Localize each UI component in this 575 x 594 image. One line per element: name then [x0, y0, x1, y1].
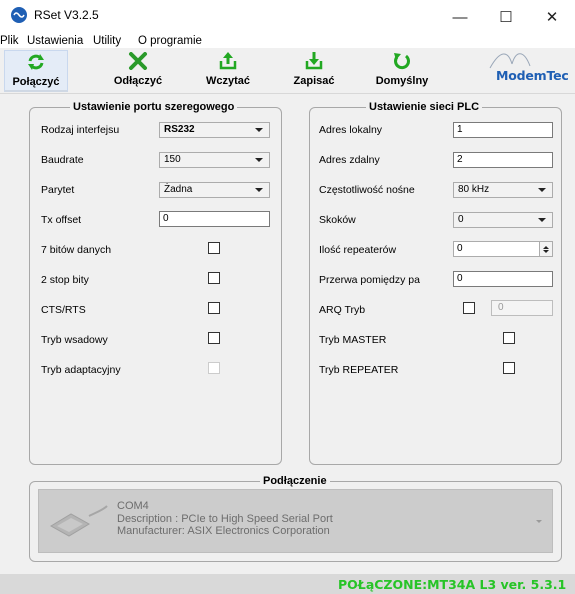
arq-value-input[interactable]: 0 [491, 300, 553, 316]
plc-network-group: Ustawienie sieci PLC Adres lokalny 1 Adr… [309, 101, 562, 465]
local-address-label: Adres lokalny [319, 124, 383, 136]
stop-bits-label: 2 stop bity [41, 274, 89, 286]
maximize-icon: ☐ [499, 9, 513, 26]
hops-label: Skoków [319, 214, 356, 226]
chevron-down-icon [255, 158, 263, 162]
local-address-value: 1 [457, 124, 463, 135]
menu-o-programie[interactable]: O programie [138, 34, 202, 48]
port-manufacturer: Manufacturer: ASIX Electronics Corporati… [117, 525, 330, 537]
interface-value: RS232 [164, 124, 195, 135]
batch-mode-label: Tryb wsadowy [41, 334, 108, 346]
status-bar: POŁąCZONE:MT34A L3 ver. 5.3.1 [0, 574, 575, 594]
remote-address-label: Adres zdalny [319, 154, 380, 166]
local-address-input[interactable]: 1 [453, 122, 553, 138]
x-icon [129, 52, 147, 70]
refresh-icon [28, 54, 44, 70]
arq-value: 0 [498, 302, 504, 313]
parity-select[interactable]: Żadna [159, 182, 270, 198]
chevron-down-icon [536, 520, 542, 523]
data-bits-checkbox[interactable] [208, 242, 220, 254]
batch-mode-checkbox[interactable] [208, 332, 220, 344]
minimize-icon: — [452, 8, 468, 26]
port-select[interactable]: COM4 Description : PCIe to High Speed Se… [38, 489, 553, 553]
serial-port-group: Ustawienie portu szeregowego Rodzaj inte… [29, 101, 282, 465]
tx-offset-input[interactable]: 0 [159, 211, 270, 227]
serial-port-icon [50, 505, 108, 537]
repeaters-value: 0 [457, 243, 463, 254]
packet-gap-value: 0 [457, 273, 463, 284]
disconnect-label: Odłączyć [113, 75, 163, 87]
adaptive-mode-label: Tryb adaptacyjny [41, 364, 121, 376]
arq-mode-label: ARQ Tryb [319, 304, 366, 316]
close-icon: ✕ [545, 9, 559, 26]
chevron-down-icon [538, 218, 546, 222]
stop-bits-checkbox[interactable] [208, 272, 220, 284]
load-button[interactable]: Wczytać [196, 50, 260, 92]
default-label: Domyślny [375, 75, 429, 87]
hops-value: 0 [458, 214, 464, 225]
remote-address-value: 2 [457, 154, 463, 165]
packet-gap-label: Przerwa pomiędzy pa [319, 274, 420, 286]
carrier-frequency-label: Częstotliwość nośne [319, 184, 415, 196]
chevron-down-icon [255, 188, 263, 192]
connection-status: POŁąCZONE:MT34A L3 ver. 5.3.1 [338, 577, 567, 592]
download-icon [305, 52, 323, 70]
cts-rts-checkbox[interactable] [208, 302, 220, 314]
plc-group-title: Ustawienie sieci PLC [366, 101, 483, 114]
master-mode-checkbox[interactable] [503, 332, 515, 344]
connect-label: Połączyć [12, 76, 60, 88]
data-bits-label: 7 bitów danych [41, 244, 112, 256]
adaptive-mode-checkbox[interactable] [208, 362, 220, 374]
baud-value: 150 [164, 154, 181, 165]
interface-select[interactable]: RS232 [159, 122, 270, 138]
port-description: Description : PCIe to High Speed Serial … [117, 512, 333, 525]
menu-ustawienia[interactable]: Ustawienia [27, 34, 83, 48]
connect-button[interactable]: Połączyć [4, 50, 68, 92]
connection-group-title: Podłączenie [260, 475, 330, 488]
chevron-down-icon [538, 188, 546, 192]
toolbar: Połączyć Odłączyć Wczytać Zapisać Domyśl… [0, 48, 575, 94]
tx-offset-label: Tx offset [41, 214, 82, 226]
upload-icon [219, 52, 237, 70]
repeater-mode-checkbox[interactable] [503, 362, 515, 374]
repeater-mode-label: Tryb REPEATER [319, 364, 399, 376]
port-name: COM4 [117, 500, 149, 512]
carrier-frequency-select[interactable]: 80 kHz [453, 182, 553, 198]
cts-rts-label: CTS/RTS [41, 304, 86, 316]
parity-label: Parytet [41, 184, 75, 196]
packet-gap-input[interactable]: 0 [453, 271, 553, 287]
parity-value: Żadna [164, 184, 193, 195]
hops-select[interactable]: 0 [453, 212, 553, 228]
master-mode-label: Tryb MASTER [319, 334, 387, 346]
minimize-button[interactable]: — [437, 0, 483, 34]
baud-select[interactable]: 150 [159, 152, 270, 168]
chevron-down-icon [255, 128, 263, 132]
title-bar: RSet V3.2.5 — ☐ ✕ [0, 0, 575, 34]
baud-label: Baudrate [41, 154, 84, 166]
menu-plik[interactable]: Plik [0, 34, 19, 48]
repeaters-stepper[interactable]: 0 [453, 241, 553, 257]
logo-text: ModemTec [496, 68, 569, 83]
default-button[interactable]: Domyślny [367, 50, 437, 92]
repeaters-label: Ilość repeaterów [319, 244, 397, 256]
close-button[interactable]: ✕ [529, 0, 575, 34]
remote-address-input[interactable]: 2 [453, 152, 553, 168]
disconnect-button[interactable]: Odłączyć [106, 50, 170, 92]
menu-bar: Plik Ustawienia Utility O programie [0, 34, 575, 48]
load-label: Wczytać [205, 75, 251, 87]
reset-icon [394, 53, 410, 70]
save-button[interactable]: Zapisać [282, 50, 346, 92]
menu-utility[interactable]: Utility [93, 34, 121, 48]
interface-label: Rodzaj interfejsu [41, 124, 120, 136]
save-label: Zapisać [293, 75, 335, 87]
tx-offset-value: 0 [163, 213, 169, 224]
modemtec-logo: ModemTec [460, 50, 575, 90]
serial-group-title: Ustawienie portu szeregowego [70, 101, 238, 114]
spin-arrows-icon[interactable] [539, 242, 552, 256]
arq-mode-checkbox[interactable] [463, 302, 475, 314]
app-icon [11, 7, 27, 23]
window-title: RSet V3.2.5 [34, 8, 99, 22]
maximize-button[interactable]: ☐ [483, 0, 529, 34]
carrier-frequency-value: 80 kHz [458, 184, 490, 195]
